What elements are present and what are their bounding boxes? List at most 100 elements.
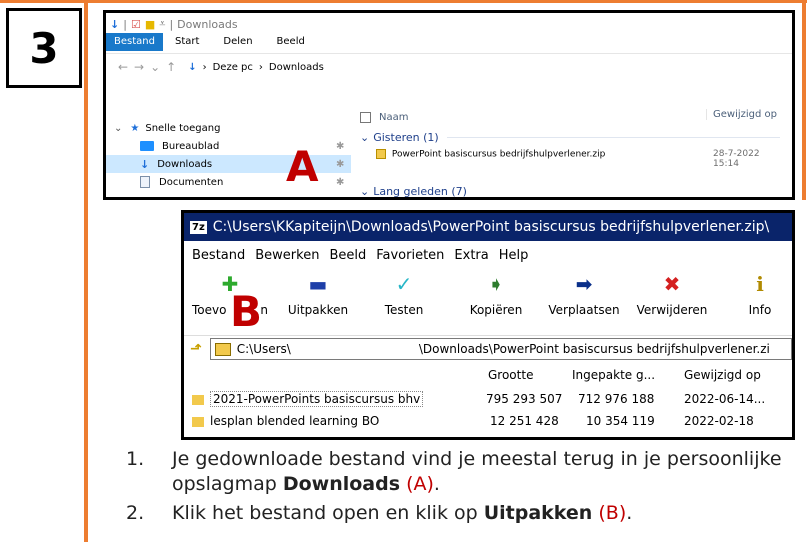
copy-button[interactable]: ➧ Kopiëren: [456, 271, 536, 317]
breadcrumb-item-pc[interactable]: Deze pc: [213, 62, 253, 73]
group-label: Gisteren (1): [373, 131, 439, 144]
properties-icon[interactable]: ☑: [131, 18, 141, 31]
folder-icon: [192, 394, 204, 405]
group-label: Lang geleden (7): [373, 185, 467, 198]
toolbar: ✚ Toevo n ▬ Uitpakken ✓ Testen ➧ Kopiëren…: [184, 271, 792, 331]
menu-bewerken[interactable]: Bewerken: [255, 248, 319, 263]
desktop-icon: [140, 141, 154, 151]
instruction-end: .: [626, 502, 633, 524]
archive-icon: [214, 342, 231, 356]
nav-item-quick-access[interactable]: ⌄ ★ Snelle toegang: [114, 119, 220, 137]
menu-beeld[interactable]: Beeld: [329, 248, 366, 263]
sevenzip-window: 7z C:\Users\KKapiteijn\Downloads\PowerPo…: [181, 210, 795, 440]
sevenzip-logo-icon: 7z: [190, 220, 207, 234]
check-icon: ✓: [395, 272, 413, 296]
menu-favorieten[interactable]: Favorieten: [376, 248, 444, 263]
chevron-down-icon: ⌄: [114, 122, 123, 134]
marker-a: A: [286, 142, 319, 191]
menu-bestand[interactable]: Bestand: [192, 248, 245, 263]
file-list: Naam Gewijzigd op ⌄ Gisteren (1) PowerPo…: [354, 83, 792, 198]
extract-button-label: Uitpakken: [287, 303, 349, 317]
window-title: C:\Users\KKapiteijn\Downloads\PowerPoint…: [212, 219, 770, 235]
column-header-label: Naam: [379, 111, 409, 123]
pin-icon[interactable]: ✱: [336, 141, 344, 152]
slide-top-border: [0, 0, 807, 3]
extract-button[interactable]: ▬ Uitpakken: [278, 271, 358, 317]
select-all-checkbox[interactable]: [360, 111, 371, 123]
column-header-name[interactable]: Naam: [360, 109, 408, 125]
column-header-size[interactable]: Grootte: [488, 365, 533, 385]
table-row[interactable]: 2021-PowerPoints basiscursus bhv 795 293…: [184, 389, 792, 409]
file-modified: 28-7-2022 15:14: [713, 149, 760, 169]
zip-file-icon: [376, 149, 386, 159]
column-headers: Grootte Ingepakte g... Gewijzigd op: [184, 365, 792, 385]
step-number: 3: [29, 23, 59, 73]
tab-beeld[interactable]: Beeld: [265, 33, 317, 51]
tab-bestand[interactable]: Bestand: [106, 33, 163, 51]
row-name: lesplan blended learning BO: [192, 411, 379, 431]
path-bar: ⬏ C:\Users\ \Downloads\PowerPoint basisc…: [184, 335, 792, 362]
slide-right-border: [802, 0, 806, 200]
pin-icon[interactable]: ✱: [336, 159, 344, 170]
instruction-text: Klik het bestand open en klik op: [172, 502, 484, 524]
column-header-modified[interactable]: Gewijzigd op: [706, 109, 777, 120]
column-header-modified[interactable]: Gewijzigd op: [684, 365, 761, 385]
info-button-label: Info: [748, 303, 772, 317]
move-button[interactable]: ➡ Verplaatsen: [544, 271, 624, 317]
explorer-window: ↓ | ☑ ■ ⩡ | Downloads Bestand Start Dele…: [103, 10, 795, 200]
up-folder-icon[interactable]: ⬏: [190, 341, 202, 357]
group-header-long-ago[interactable]: ⌄ Lang geleden (7): [360, 185, 780, 198]
tab-start[interactable]: Start: [163, 33, 211, 51]
row-modified: 2022-06-14...: [684, 392, 766, 406]
row-packed: 10 354 119: [586, 414, 655, 428]
folder-icon[interactable]: ■: [145, 18, 155, 31]
slide-left-border: [84, 0, 88, 542]
downloads-icon: ↓: [140, 157, 150, 171]
star-icon: ★: [130, 122, 140, 134]
ribbon-tabs: Bestand Start Delen Beeld: [106, 33, 317, 51]
delete-button-label: Verwijderen: [636, 303, 708, 317]
x-icon: ✖: [663, 272, 681, 296]
menu-extra[interactable]: Extra: [454, 248, 488, 263]
marker-b: B: [230, 287, 263, 336]
arrow-right-icon: ➡: [575, 272, 593, 296]
minus-icon: ▬: [308, 272, 328, 296]
test-button[interactable]: ✓ Testen: [364, 271, 444, 317]
instruction-end: .: [433, 473, 440, 495]
chevron-right-icon: ›: [202, 61, 207, 73]
info-button[interactable]: i Info: [720, 271, 792, 317]
table-row[interactable]: lesplan blended learning BO 12 251 428 1…: [184, 411, 792, 431]
path-input[interactable]: C:\Users\ \Downloads\PowerPoint basiscur…: [209, 338, 792, 360]
info-icon: i: [756, 272, 764, 296]
downloads-arrow-icon: ↓: [188, 61, 197, 73]
menu-help[interactable]: Help: [499, 248, 529, 263]
column-header-packed[interactable]: Ingepakte g...: [572, 365, 655, 385]
customize-dropdown-icon[interactable]: ⩡: [159, 17, 165, 31]
back-forward-icon[interactable]: ←→⌄↑: [118, 60, 182, 74]
double-arrow-icon: ➧: [487, 272, 505, 296]
quick-access-toolbar: ↓ | ☑ ■ ⩡ | Downloads: [110, 15, 238, 33]
instruction-bold: Downloads: [282, 473, 401, 495]
row-modified: 2022-02-18: [684, 414, 754, 428]
address-bar: ←→⌄↑ ↓ › Deze pc › Downloads: [106, 53, 792, 80]
instruction-text: Je gedownloade bestand vind je meestal t…: [172, 448, 782, 495]
row-size: 795 293 507: [486, 392, 563, 406]
breadcrumb-item-downloads[interactable]: Downloads: [269, 62, 324, 73]
row-size: 12 251 428: [490, 414, 559, 428]
instruction-number: 2.: [126, 502, 145, 524]
instruction-item: 1. Je gedownloade bestand vind je meesta…: [126, 447, 798, 497]
tab-delen[interactable]: Delen: [211, 33, 264, 51]
file-row[interactable]: PowerPoint basiscursus bedrijfshulpverle…: [376, 149, 781, 169]
step-number-box: 3: [6, 8, 82, 88]
delete-button[interactable]: ✖ Verwijderen: [632, 271, 712, 317]
row-name: 2021-PowerPoints basiscursus bhv: [192, 389, 424, 409]
nav-item-label: Downloads: [157, 158, 213, 170]
test-button-label: Testen: [384, 303, 424, 317]
path-text-right: \Downloads\PowerPoint basiscursus bedrij…: [418, 342, 770, 356]
group-header-yesterday[interactable]: ⌄ Gisteren (1): [360, 131, 780, 144]
chevron-down-icon: ⌄: [360, 185, 370, 198]
chevron-right-icon: ›: [258, 61, 263, 73]
pin-icon[interactable]: ✱: [336, 177, 344, 188]
down-arrow-icon[interactable]: ↓: [110, 18, 119, 31]
breadcrumb[interactable]: ↓ › Deze pc › Downloads: [188, 62, 324, 73]
